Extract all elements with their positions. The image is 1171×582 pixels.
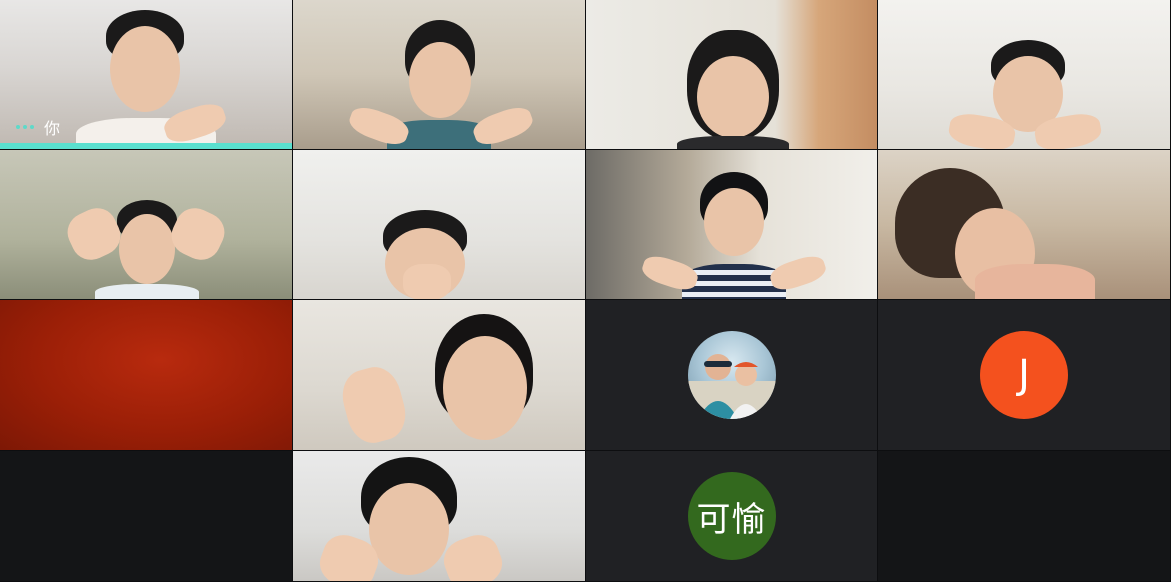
active-speaker-bar: [0, 143, 292, 149]
participant-avatar-photo: [687, 331, 776, 419]
avatar-photo-icon: [687, 354, 776, 419]
participant-tile[interactable]: [586, 0, 878, 150]
participant-avatar: J: [980, 331, 1068, 419]
participant-video: [939, 40, 1109, 149]
participant-video: [359, 210, 489, 299]
participant-tile[interactable]: [0, 300, 293, 451]
participant-tile[interactable]: [293, 150, 586, 300]
participant-tile[interactable]: [293, 0, 586, 150]
participant-grid: 你 J 可愉: [0, 0, 1171, 582]
avatar-initial: 可愉: [696, 499, 767, 540]
participant-tile[interactable]: [293, 300, 586, 451]
participant-tile[interactable]: [586, 150, 878, 300]
avatar-initial: J: [1018, 352, 1030, 398]
participant-tile-self[interactable]: 你: [0, 0, 293, 150]
participant-video: [336, 314, 539, 450]
participant-video: [638, 172, 829, 299]
participant-video: [667, 30, 797, 149]
participant-avatar: 可愉: [687, 472, 776, 560]
participant-tile[interactable]: J: [878, 300, 1171, 451]
participant-video: [894, 168, 1095, 299]
participant-tile[interactable]: [878, 150, 1171, 300]
speaking-indicator-icon: [16, 125, 34, 129]
participant-tile[interactable]: [0, 150, 293, 300]
participant-video: [76, 10, 230, 149]
participant-tile[interactable]: 可愉: [586, 451, 878, 582]
participant-name-label: 你: [16, 115, 60, 139]
self-name: 你: [44, 119, 61, 138]
empty-tile: [0, 451, 293, 582]
participant-tile[interactable]: [293, 451, 586, 582]
participant-video: [313, 457, 511, 581]
participant-video: [61, 200, 231, 299]
participant-tile[interactable]: [878, 0, 1171, 150]
empty-tile: [878, 451, 1171, 582]
participant-video: [346, 20, 536, 149]
participant-tile[interactable]: [586, 300, 878, 451]
